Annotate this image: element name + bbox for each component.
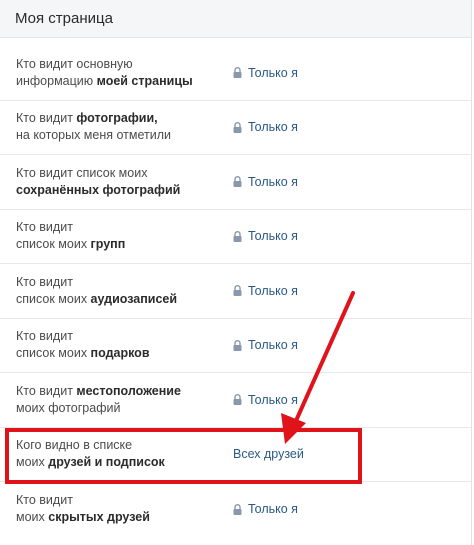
lock-icon <box>233 285 242 297</box>
privacy-row-hidden-friends: Кто видит моих скрытых друзей Только я <box>0 482 471 537</box>
privacy-row-main-info: Кто видит основную информацию моей стран… <box>0 46 471 101</box>
lock-icon <box>233 503 242 515</box>
privacy-row-saved-photos: Кто видит список моих сохранённых фотогр… <box>0 155 471 210</box>
row-label: Кто видит моих скрытых друзей <box>16 493 150 525</box>
privacy-settings-list: Кто видит основную информацию моей стран… <box>0 46 471 537</box>
privacy-value-dropdown[interactable]: Только я <box>233 393 298 407</box>
lock-icon <box>233 230 242 242</box>
privacy-value-dropdown[interactable]: Только я <box>233 284 298 298</box>
row-label: Кого видно в списке моих друзей и подпис… <box>16 438 165 470</box>
privacy-row-photo-location: Кто видит местоположение моих фотографий… <box>0 373 471 428</box>
privacy-value-dropdown[interactable]: Только я <box>233 229 298 243</box>
lock-icon <box>233 394 242 406</box>
privacy-row-friends-list: Кого видно в списке моих друзей и подпис… <box>0 428 471 482</box>
panel-header: Моя страница <box>0 0 471 38</box>
privacy-value-dropdown[interactable]: Только я <box>233 175 298 189</box>
privacy-row-audio: Кто видит список моих аудиозаписей Тольк… <box>0 264 471 319</box>
privacy-value-dropdown[interactable]: Только я <box>233 120 298 134</box>
privacy-row-gifts: Кто видит список моих подарков Только я <box>0 319 471 373</box>
row-label: Кто видит список моих аудиозаписей <box>16 274 178 306</box>
row-label: Кто видит основную информацию моей стран… <box>16 56 193 88</box>
privacy-value-dropdown[interactable]: Только я <box>233 502 298 516</box>
lock-icon <box>233 67 242 79</box>
privacy-row-tagged-photos: Кто видит фотографии, на которых меня от… <box>0 101 471 155</box>
privacy-value-dropdown[interactable]: Только я <box>233 338 298 352</box>
lock-icon <box>233 121 242 133</box>
privacy-value-dropdown[interactable]: Только я <box>233 66 298 80</box>
lock-icon <box>233 339 242 351</box>
privacy-value-dropdown[interactable]: Всех друзей <box>233 447 304 461</box>
privacy-panel: Моя страница Кто видит основную информац… <box>0 0 472 545</box>
row-label: Кто видит фотографии, на которых меня от… <box>16 111 172 143</box>
row-label: Кто видит список моих подарков <box>16 329 150 361</box>
page-title: Моя страница <box>15 10 113 27</box>
privacy-row-groups: Кто видит список моих групп Только я <box>0 210 471 264</box>
row-label: Кто видит список моих групп <box>16 220 126 252</box>
lock-icon <box>233 176 242 188</box>
row-label: Кто видит местоположение моих фотографий <box>16 383 181 415</box>
row-label: Кто видит список моих сохранённых фотогр… <box>16 165 181 197</box>
